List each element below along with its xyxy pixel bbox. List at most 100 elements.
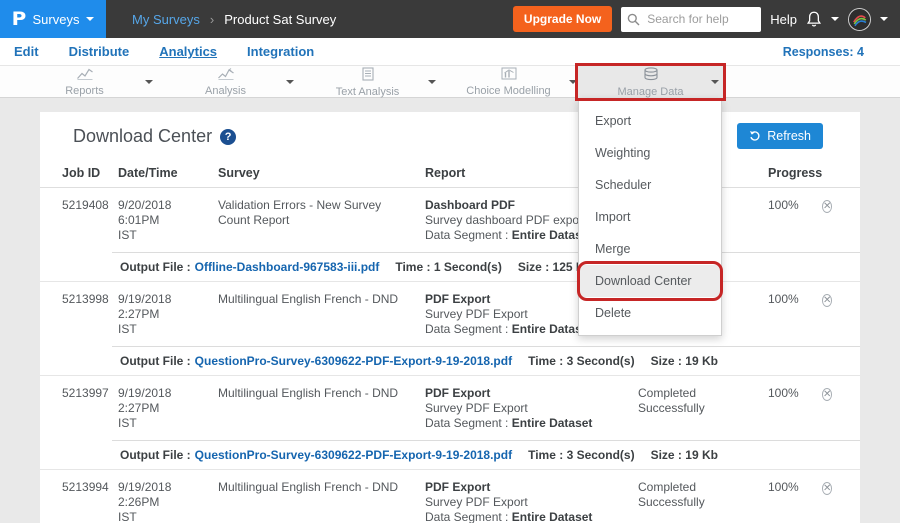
top-header: P Surveys My Surveys › Product Sat Surve… (0, 0, 900, 38)
status-cell: Completed Successfully (638, 386, 768, 431)
table-header-row: Job ID Date/Time Survey Report Progress (40, 160, 860, 188)
toolbar-label: Choice Modelling (466, 85, 550, 97)
menu-item-import[interactable]: Import (579, 201, 721, 233)
col-header-survey: Survey (218, 166, 425, 180)
breadcrumb-separator: › (210, 12, 214, 27)
toolbar-label: Analysis (205, 85, 246, 97)
progress-cell: 100% (768, 198, 822, 243)
progress-cell: 100% (768, 292, 822, 337)
help-question-icon[interactable]: ? (220, 129, 236, 145)
search-input[interactable] (645, 11, 753, 27)
col-header-datetime: Date/Time (118, 166, 218, 180)
output-file-link[interactable]: QuestionPro-Survey-6309622-PDF-Export-9-… (195, 448, 512, 462)
jobs-list: 5219408 9/20/2018 6:01PM IST Validation … (40, 188, 860, 523)
status-cell: Completed Successfully (638, 480, 768, 523)
notifications-bell-icon[interactable] (806, 11, 822, 28)
page-title: Download Center ? (73, 126, 236, 147)
cancel-job-icon[interactable]: ✕ (822, 294, 832, 307)
avatar-chevron-down-icon[interactable] (880, 17, 888, 21)
toolbar-manage-data[interactable]: Manage Data (578, 66, 723, 98)
cancel-job-icon[interactable]: ✕ (822, 200, 832, 213)
output-file-row: Output File :Offline-Dashboard-967583-ii… (112, 252, 860, 281)
cancel-job-icon[interactable]: ✕ (822, 482, 832, 495)
database-icon (643, 67, 659, 86)
upgrade-now-button[interactable]: Upgrade Now (513, 6, 612, 32)
output-file-row: Output File :QuestionPro-Survey-6309622-… (112, 346, 860, 375)
job-id-cell: 5219408 (62, 198, 118, 243)
chevron-down-icon[interactable] (711, 80, 719, 84)
datetime-cell: 9/19/2018 2:27PM IST (118, 386, 218, 431)
col-header-progress: Progress (768, 166, 822, 180)
datetime-cell: 9/19/2018 2:27PM IST (118, 292, 218, 337)
menu-item-delete[interactable]: Delete (579, 297, 721, 329)
cancel-job-icon[interactable]: ✕ (822, 388, 832, 401)
datetime-cell: 9/20/2018 6:01PM IST (118, 198, 218, 243)
help-search-box (621, 7, 761, 32)
analytics-toolbar: Reports Analysis Text Analysis Choice Mo… (0, 66, 900, 98)
col-header-job-id: Job ID (62, 166, 118, 180)
survey-nav: Edit Distribute Analytics Integration Re… (0, 38, 900, 66)
chevron-down-icon[interactable] (428, 80, 436, 84)
table-row: 5213994 9/19/2018 2:26PM IST Multilingua… (40, 470, 860, 523)
progress-cell: 100% (768, 480, 822, 523)
tab-integration[interactable]: Integration (247, 44, 314, 59)
toolbar-label: Manage Data (617, 86, 683, 98)
datetime-cell: 9/19/2018 2:26PM IST (118, 480, 218, 523)
breadcrumb-current-survey: Product Sat Survey (224, 12, 336, 27)
report-cell: PDF Export Survey PDF Export Data Segmen… (425, 480, 638, 523)
chevron-down-icon (86, 17, 94, 21)
job-id-cell: 5213998 (62, 292, 118, 337)
search-icon (627, 13, 640, 26)
bell-chevron-down-icon[interactable] (831, 17, 839, 21)
menu-item-export[interactable]: Export (579, 105, 721, 137)
progress-cell: 100% (768, 386, 822, 431)
panel-header: Download Center ? Refresh (40, 112, 860, 160)
chevron-down-icon[interactable] (569, 80, 577, 84)
chevron-down-icon[interactable] (145, 80, 153, 84)
survey-cell: Multilingual English French - DND (218, 386, 425, 431)
toolbar-choice-modelling[interactable]: Choice Modelling (436, 66, 581, 98)
refresh-icon (749, 130, 761, 142)
menu-item-download-center[interactable]: Download Center (579, 265, 721, 297)
responses-count: Responses: 4 (783, 45, 864, 59)
menu-item-merge[interactable]: Merge (579, 233, 721, 265)
document-icon (362, 67, 374, 86)
tab-distribute[interactable]: Distribute (69, 44, 130, 59)
questionpro-logo: P (11, 8, 26, 30)
download-center-panel: Download Center ? Refresh Job ID Date/Ti… (40, 112, 860, 523)
survey-cell: Multilingual English French - DND (218, 480, 425, 523)
output-file-link[interactable]: QuestionPro-Survey-6309622-PDF-Export-9-… (195, 354, 512, 368)
report-cell: PDF Export Survey PDF Export Data Segmen… (425, 386, 638, 431)
table-row: 5219408 9/20/2018 6:01PM IST Validation … (40, 188, 860, 282)
bar-chart-icon (501, 67, 517, 85)
output-file-row: Output File :QuestionPro-Survey-6309622-… (112, 440, 860, 469)
table-row: 5213998 9/19/2018 2:27PM IST Multilingua… (40, 282, 860, 376)
table-row: 5213997 9/19/2018 2:27PM IST Multilingua… (40, 376, 860, 470)
trend-chart-icon (217, 67, 235, 85)
user-avatar[interactable] (848, 8, 871, 31)
toolbar-label: Text Analysis (336, 86, 400, 98)
menu-item-scheduler[interactable]: Scheduler (579, 169, 721, 201)
refresh-button[interactable]: Refresh (737, 123, 823, 149)
tab-edit[interactable]: Edit (14, 44, 39, 59)
breadcrumb-my-surveys[interactable]: My Surveys (132, 12, 200, 27)
annotation-ring-download-center (577, 261, 723, 301)
product-switcher[interactable]: P Surveys (0, 0, 106, 38)
topbar-actions: Upgrade Now Help (513, 6, 900, 32)
chevron-down-icon[interactable] (286, 80, 294, 84)
tab-analytics[interactable]: Analytics (159, 44, 217, 59)
survey-cell: Validation Errors - New Survey Count Rep… (218, 198, 425, 243)
help-link[interactable]: Help (770, 12, 797, 27)
output-file-link[interactable]: Offline-Dashboard-967583-iii.pdf (195, 260, 380, 274)
menu-item-weighting[interactable]: Weighting (579, 137, 721, 169)
product-menu-label: Surveys (32, 12, 79, 27)
toolbar-analysis[interactable]: Analysis (153, 66, 298, 98)
breadcrumb: My Surveys › Product Sat Survey (132, 12, 336, 27)
job-id-cell: 5213997 (62, 386, 118, 431)
job-id-cell: 5213994 (62, 480, 118, 523)
toolbar-text-analysis[interactable]: Text Analysis (295, 66, 440, 98)
line-chart-icon (76, 67, 94, 85)
survey-cell: Multilingual English French - DND (218, 292, 425, 337)
toolbar-reports[interactable]: Reports (12, 66, 157, 98)
manage-data-menu: ExportWeightingSchedulerImportMergeDownl… (578, 98, 722, 336)
